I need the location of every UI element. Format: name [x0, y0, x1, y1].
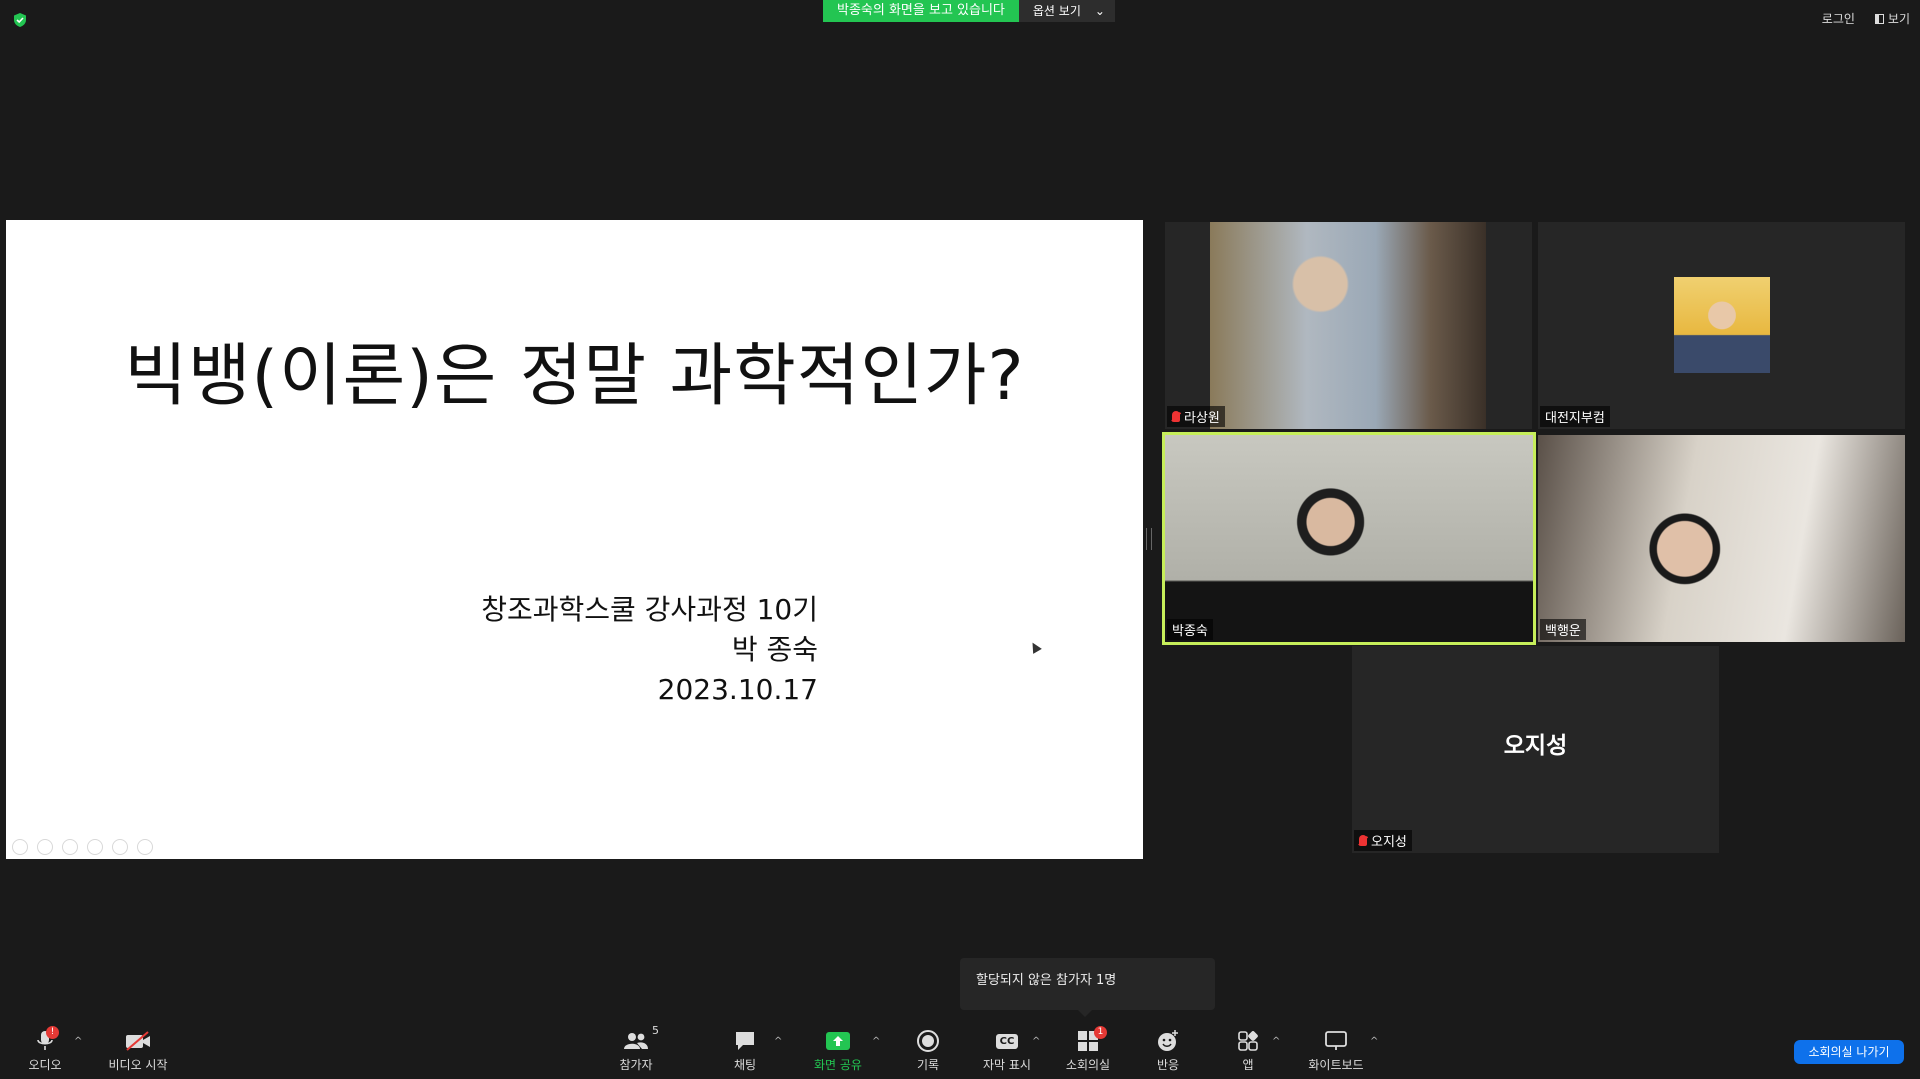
slide-toolbar	[12, 839, 153, 855]
breakout-tooltip: 할당되지 않은 참가자 1명	[960, 958, 1215, 1017]
mic-muted-icon	[1359, 835, 1367, 846]
mouse-cursor-icon	[1028, 640, 1042, 654]
record-icon	[916, 1028, 940, 1054]
view-label: 보기	[1887, 12, 1910, 26]
mic-muted-icon	[1172, 411, 1180, 422]
slide-date: 2023.10.17	[657, 673, 818, 706]
share-status-text: 박종숙의 화면을 보고 있습니다	[823, 0, 1019, 22]
closed-captions-icon: CC	[995, 1028, 1019, 1054]
captions-label: 자막 표시	[983, 1058, 1031, 1072]
breakout-rooms-icon: 1	[1077, 1026, 1107, 1054]
participant-name-tag: 오지성	[1354, 830, 1412, 851]
chat-icon	[733, 1028, 757, 1054]
slide-subtitle-block: 창조과학스쿨 강사과정 10기 박 종숙 2023.10.17	[481, 590, 818, 710]
video-off-icon	[124, 1028, 152, 1054]
screen-share-banner: 박종숙의 화면을 보고 있습니다 옵션 보기 ⌄	[823, 0, 1115, 22]
audio-alert-badge: !	[46, 1026, 59, 1039]
zoom-icon[interactable]	[112, 839, 128, 855]
login-button[interactable]: 로그인	[1822, 10, 1855, 27]
video-tile-2[interactable]: 대전지부컴	[1538, 222, 1905, 429]
video-tile-5[interactable]: 오지성 오지성	[1352, 646, 1719, 853]
participant-video	[1674, 277, 1770, 373]
view-options-dropdown[interactable]: 옵션 보기 ⌄	[1018, 0, 1115, 22]
whiteboard-options-caret-icon[interactable]: ^	[1370, 1036, 1378, 1047]
slide-title: 빅뱅(이론)은 정말 과학적인가?	[124, 337, 1025, 416]
leave-breakout-room-button[interactable]: 소회의실 나가기	[1794, 1040, 1904, 1064]
mic-icon: !	[35, 1026, 59, 1054]
participant-name: 박종숙	[1172, 624, 1208, 639]
apps-label: 앱	[1242, 1058, 1254, 1072]
encryption-shield-icon[interactable]	[12, 12, 28, 28]
panel-resize-handle[interactable]	[1146, 528, 1152, 550]
audio-button[interactable]: ! 오디오	[5, 1026, 85, 1073]
participant-name-large: 오지성	[1503, 733, 1568, 759]
record-button[interactable]: 기록	[888, 1028, 968, 1073]
captions-options-caret-icon[interactable]: ^	[1032, 1036, 1040, 1047]
slide-course: 창조과학스쿨 강사과정 10기	[481, 593, 818, 626]
top-right-controls: 로그인 보기	[1822, 10, 1910, 27]
whiteboard-button[interactable]: 화이트보드	[1296, 1028, 1376, 1073]
share-options-caret-icon[interactable]: ^	[872, 1036, 880, 1047]
participants-label: 참가자	[619, 1058, 653, 1072]
breakout-badge: 1	[1094, 1026, 1107, 1039]
breakout-rooms-button[interactable]: 1 소회의실	[1048, 1026, 1128, 1073]
share-screen-button[interactable]: 화면 공유	[798, 1028, 878, 1073]
view-options-label: 옵션 보기	[1032, 4, 1081, 18]
smiley-icon	[1156, 1028, 1180, 1054]
participants-count: 5	[652, 1024, 659, 1037]
participant-name: 백행운	[1545, 624, 1581, 639]
breakout-label: 소회의실	[1065, 1058, 1111, 1072]
view-button[interactable]: 보기	[1874, 10, 1910, 27]
chat-label: 채팅	[733, 1058, 757, 1072]
participants-button[interactable]: 5 참가자	[596, 1024, 676, 1073]
participant-name-tag: 라상원	[1167, 406, 1225, 427]
record-label: 기록	[916, 1058, 940, 1072]
shared-screen: 빅뱅(이론)은 정말 과학적인가? 창조과학스쿨 강사과정 10기 박 종숙 2…	[6, 220, 1143, 859]
video-tile-1[interactable]: 라상원	[1165, 222, 1532, 429]
reactions-button[interactable]: 반응	[1128, 1028, 1208, 1073]
video-label: 비디오 시작	[108, 1058, 168, 1072]
chevron-down-icon: ⌄	[1094, 4, 1105, 18]
chat-options-caret-icon[interactable]: ^	[774, 1036, 782, 1047]
whiteboard-icon	[1324, 1028, 1348, 1054]
slides-icon[interactable]	[87, 839, 103, 855]
more-icon[interactable]	[137, 839, 153, 855]
apps-button[interactable]: 앱	[1208, 1028, 1288, 1073]
whiteboard-label: 화이트보드	[1308, 1058, 1364, 1072]
video-tile-active-speaker[interactable]: 박종숙	[1162, 432, 1536, 645]
breakout-tooltip-text: 할당되지 않은 참가자 1명	[976, 973, 1117, 988]
captions-button[interactable]: CC 자막 표시	[967, 1028, 1047, 1073]
audio-options-caret-icon[interactable]: ^	[74, 1036, 82, 1047]
share-screen-icon	[825, 1028, 851, 1054]
participant-video	[1538, 435, 1905, 642]
participant-name: 라상원	[1184, 411, 1220, 426]
participant-name-tag: 대전지부컴	[1540, 406, 1610, 427]
participants-icon: 5	[623, 1024, 659, 1054]
participant-name-tag: 박종숙	[1167, 619, 1213, 640]
audio-label: 오디오	[28, 1058, 62, 1072]
share-label: 화면 공유	[814, 1058, 862, 1072]
apps-icon	[1237, 1028, 1259, 1054]
video-tile-4[interactable]: 백행운	[1538, 435, 1905, 642]
reactions-label: 반응	[1156, 1058, 1180, 1072]
participant-name-tag: 백행운	[1540, 619, 1586, 640]
slide-author: 박 종숙	[731, 633, 818, 666]
next-slide-icon[interactable]	[37, 839, 53, 855]
participant-name: 대전지부컴	[1545, 411, 1605, 426]
participant-video	[1210, 222, 1486, 429]
apps-options-caret-icon[interactable]: ^	[1272, 1036, 1280, 1047]
chat-button[interactable]: 채팅	[705, 1028, 785, 1073]
participant-video	[1165, 435, 1533, 642]
cc-icon-text: CC	[995, 1033, 1019, 1049]
pen-icon[interactable]	[62, 839, 78, 855]
participant-name: 오지성	[1371, 835, 1407, 850]
prev-slide-icon[interactable]	[12, 839, 28, 855]
start-video-button[interactable]: 비디오 시작	[98, 1028, 178, 1073]
layout-icon	[1874, 13, 1884, 24]
